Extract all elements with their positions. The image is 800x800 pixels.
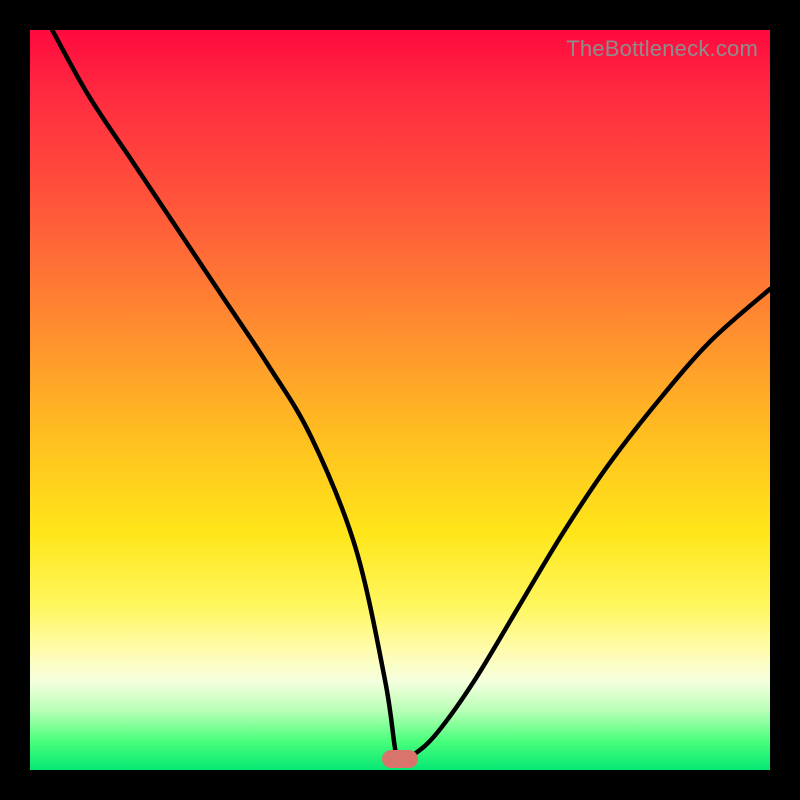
chart-stage: TheBottleneck.com — [0, 0, 800, 800]
curve-path — [52, 30, 770, 761]
plot-area: TheBottleneck.com — [30, 30, 770, 770]
bottleneck-curve — [30, 30, 770, 770]
minimum-marker — [382, 750, 418, 768]
